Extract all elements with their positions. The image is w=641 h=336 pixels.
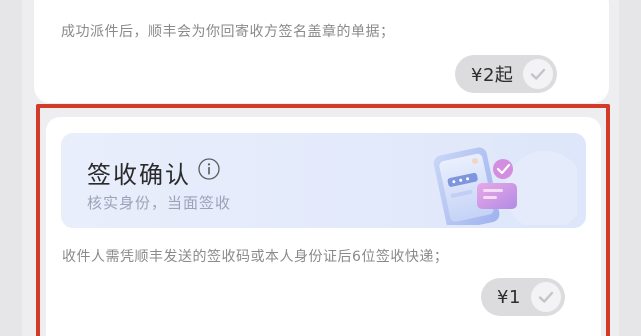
option-title: 签收确认 [87, 161, 191, 189]
right-gutter [619, 0, 641, 336]
sign-confirm-price-toggle[interactable]: ¥1 [481, 278, 565, 316]
price-label: ¥2起 [471, 65, 514, 86]
price-label: ¥1 [497, 286, 521, 308]
option-description: 收件人需凭顺丰发送的签收码或本人身份证后6位签收快递； [62, 249, 449, 265]
left-gutter [0, 0, 22, 336]
check-icon [530, 282, 561, 312]
return-receipt-price-toggle[interactable]: ¥2起 [455, 55, 558, 93]
phone-sign-illustration [433, 147, 577, 225]
option-subtitle: 核实身份，当面签收 [87, 194, 232, 212]
screen: 成功派件后，顺丰会为你回寄收方签名盖章的单据； ¥2起 签收确认 核实身份，当面… [0, 0, 641, 336]
check-icon [523, 59, 554, 89]
info-icon[interactable] [197, 157, 221, 181]
sign-confirm-banner: 签收确认 核实身份，当面签收 [61, 133, 586, 228]
option-description: 成功派件后，顺丰会为你回寄收方签名盖章的单据； [61, 24, 395, 40]
